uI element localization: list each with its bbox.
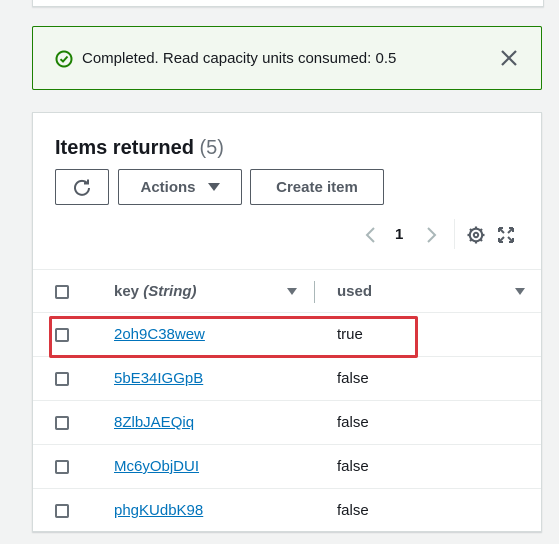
- table-row: 8ZlbJAEQiq false: [33, 401, 541, 445]
- panel-title-text: Items returned: [55, 137, 194, 159]
- item-key-link[interactable]: Mc6yObjDUI: [114, 458, 199, 475]
- select-all-checkbox[interactable]: [55, 285, 69, 299]
- column-header-key[interactable]: key (String): [114, 283, 197, 300]
- row-checkbox[interactable]: [55, 460, 69, 474]
- table-row: Mc6yObjDUI false: [33, 445, 541, 489]
- fullscreen-icon[interactable]: [497, 226, 515, 244]
- table-header: key (String) used: [33, 269, 541, 313]
- item-key-link[interactable]: 5bE34IGGpB: [114, 370, 203, 387]
- row-checkbox[interactable]: [55, 416, 69, 430]
- gear-icon[interactable]: [466, 225, 486, 245]
- item-used-value: false: [337, 414, 369, 431]
- close-icon[interactable]: [499, 48, 519, 68]
- row-checkbox[interactable]: [55, 504, 69, 518]
- refresh-icon: [74, 179, 90, 196]
- item-used-value: false: [337, 370, 369, 387]
- panel-title: Items returned (5): [55, 135, 224, 161]
- caret-down-icon: [207, 183, 220, 191]
- create-item-button[interactable]: Create item: [250, 169, 384, 205]
- actions-button[interactable]: Actions: [118, 169, 242, 205]
- refresh-button[interactable]: [55, 169, 109, 205]
- pagination-divider: [454, 219, 455, 249]
- actions-label: Actions: [140, 178, 196, 196]
- check-circle-icon: [55, 50, 73, 68]
- chevron-right-icon[interactable]: [425, 225, 439, 245]
- sort-caret-icon[interactable]: [287, 288, 297, 295]
- items-returned-panel: Items returned (5) Actions Create item 1…: [32, 112, 542, 532]
- column-type: (String): [143, 283, 197, 300]
- item-key-link[interactable]: phgKUdbK98: [114, 502, 203, 519]
- column-header-used[interactable]: used: [337, 283, 372, 300]
- item-used-value: false: [337, 502, 369, 519]
- chevron-left-icon[interactable]: [363, 225, 377, 245]
- previous-panel-edge: [32, 0, 544, 7]
- column-resizer[interactable]: [314, 281, 315, 303]
- table-row: 5bE34IGGpB false: [33, 357, 541, 401]
- current-page-number[interactable]: 1: [395, 226, 403, 243]
- row-checkbox[interactable]: [55, 372, 69, 386]
- item-key-link[interactable]: 8ZlbJAEQiq: [114, 414, 194, 431]
- flash-message: Completed. Read capacity units consumed:…: [82, 50, 397, 67]
- success-flashbar: Completed. Read capacity units consumed:…: [32, 26, 542, 90]
- highlight-box: [49, 316, 418, 358]
- create-item-label: Create item: [276, 178, 358, 196]
- items-count: (5): [199, 137, 224, 159]
- table-row: phgKUdbK98 false: [33, 489, 541, 533]
- sort-caret-icon[interactable]: [515, 288, 525, 295]
- item-used-value: false: [337, 458, 369, 475]
